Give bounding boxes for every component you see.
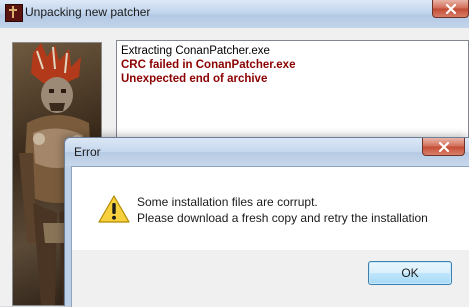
conan-app-icon[interactable]: [5, 4, 23, 22]
close-icon: [438, 142, 450, 152]
extraction-log[interactable]: Extracting ConanPatcher.exe CRC failed i…: [116, 40, 469, 140]
dialog-title: Error: [74, 145, 101, 159]
log-line-crc-failed: CRC failed in ConanPatcher.exe: [121, 59, 296, 71]
dialog-message-line2: Please download a fresh copy and retry t…: [137, 211, 428, 225]
close-icon: [445, 4, 457, 14]
log-line-extracting: Extracting ConanPatcher.exe: [121, 45, 270, 57]
ok-button[interactable]: OK: [368, 261, 452, 285]
window-title: Unpacking new patcher: [25, 5, 151, 19]
dialog-titlebar[interactable]: Error: [65, 138, 469, 166]
warning-icon: [98, 195, 130, 228]
log-line-unexpected-end: Unexpected end of archive: [121, 73, 268, 85]
dialog-message: Some installation files are corrupt. Ple…: [137, 194, 428, 226]
dialog-close-button[interactable]: [422, 138, 465, 156]
error-dialog: Error Some installation files are corrup…: [64, 137, 469, 307]
dialog-message-line1: Some installation files are corrupt.: [137, 195, 318, 209]
window-close-button[interactable]: [432, 0, 469, 18]
window-titlebar[interactable]: Unpacking new patcher: [0, 0, 469, 28]
dialog-content: Some installation files are corrupt. Ple…: [71, 166, 469, 250]
